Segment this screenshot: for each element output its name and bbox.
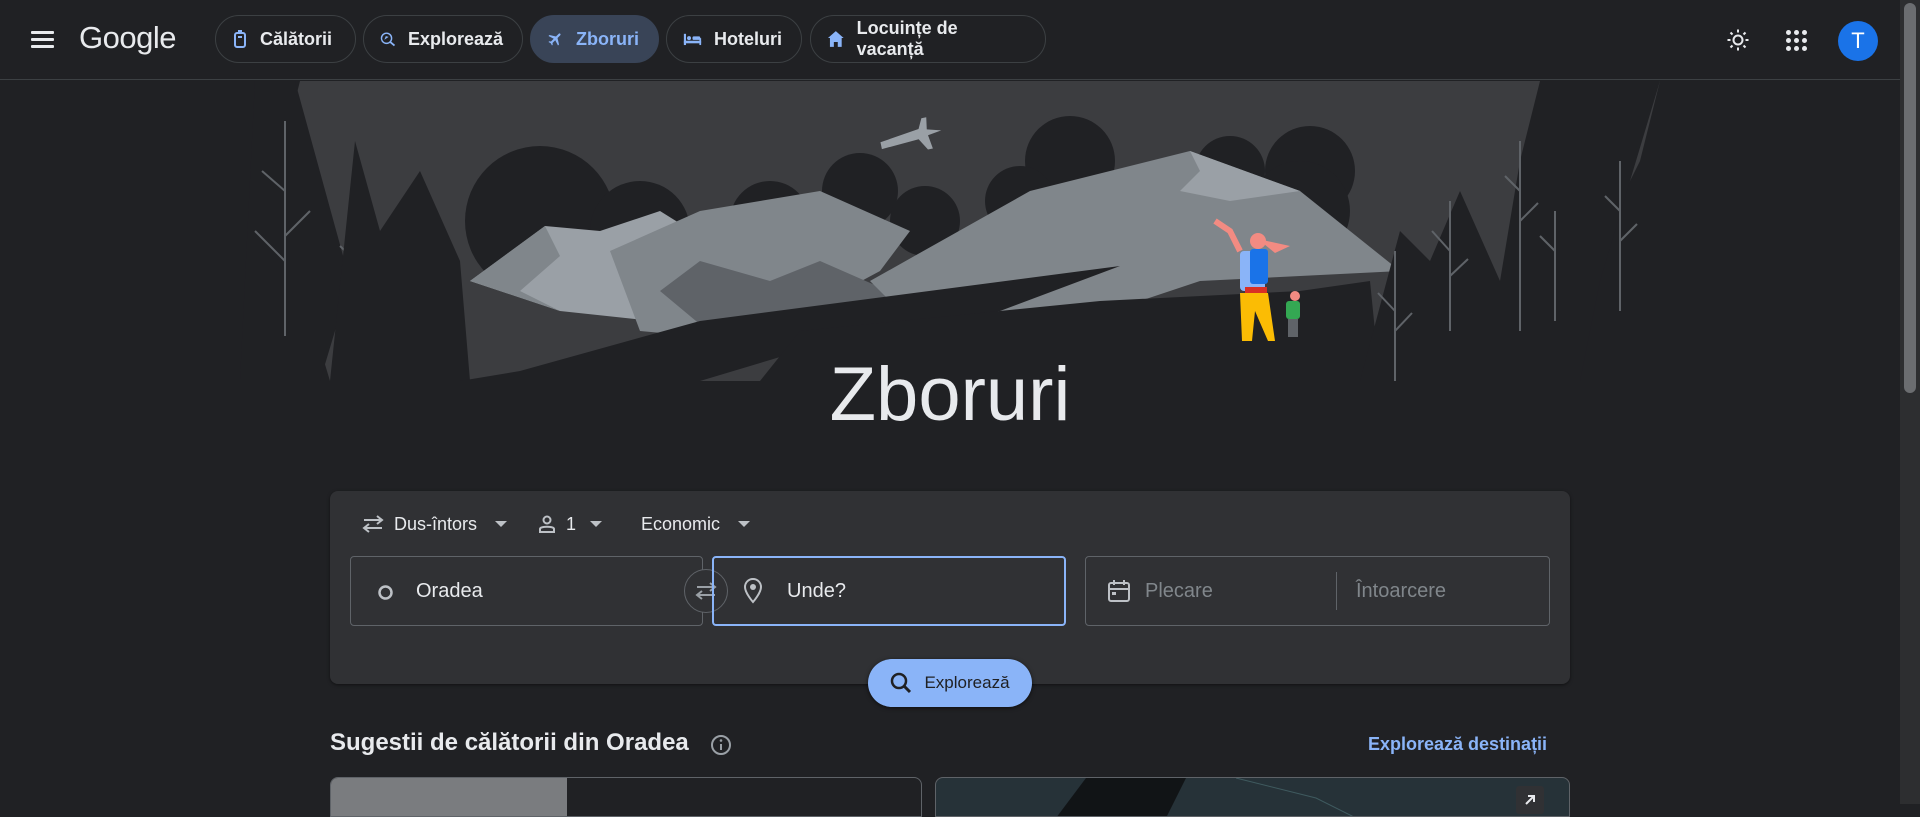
airplane-icon (548, 33, 561, 46)
origin-field[interactable]: Oradea (350, 556, 703, 626)
scrollbar-thumb[interactable] (1904, 3, 1916, 393)
trip-type-value: Dus-întors (394, 513, 478, 534)
cabin-class-value: Economic (641, 513, 721, 534)
calendar-icon (1108, 580, 1130, 602)
chevron-down-icon (590, 521, 603, 527)
top-bar: Google Călătorii Explorează Zboruri Hote… (0, 0, 1900, 80)
account-avatar[interactable]: T (1838, 21, 1878, 61)
return-date-placeholder[interactable]: Întoarcere (1356, 580, 1446, 603)
suggestions-heading: Sugestii de călătorii din Oradea (330, 729, 689, 756)
explore-button-label: Explorează (924, 673, 1010, 692)
bed-icon (683, 33, 702, 46)
person-icon (539, 515, 555, 533)
tab-vacation-rentals[interactable]: Locuințe de vacanță (810, 15, 1046, 63)
dates-field[interactable]: Plecare Întoarcere (1085, 556, 1550, 626)
expand-map-icon[interactable] (1516, 786, 1544, 814)
tab-travel[interactable]: Călătorii (215, 15, 356, 63)
house-icon (827, 31, 844, 47)
tab-flights-label: Zboruri (576, 28, 639, 49)
destination-field[interactable]: Unde? (712, 556, 1066, 626)
swap-arrows-icon (362, 515, 384, 533)
page-title: Zboruri (829, 352, 1071, 437)
date-divider (1336, 572, 1337, 610)
flight-search-card: Dus-întors 1 Economic Oradea Unde? Pleca… (330, 491, 1570, 684)
brightness-icon[interactable] (1727, 29, 1749, 51)
passengers-value: 1 (566, 513, 577, 534)
info-icon[interactable] (710, 734, 732, 756)
main-menu-icon[interactable] (29, 26, 57, 54)
google-logo[interactable]: Google (79, 20, 176, 56)
passengers-select[interactable]: 1 (538, 511, 603, 537)
tab-vacation-rentals-label: Locuințe de vacanță (856, 18, 958, 59)
chevron-down-icon (495, 521, 508, 527)
suggestion-card-left[interactable] (330, 777, 922, 817)
explore-destinations-link[interactable]: Explorează destinații (1368, 734, 1547, 755)
location-pin-icon (744, 578, 762, 604)
departure-date-placeholder[interactable]: Plecare (1145, 580, 1213, 603)
map-preview (1057, 778, 1354, 816)
trip-type-select[interactable]: Dus-întors (362, 511, 508, 537)
apps-grid-icon[interactable] (1786, 30, 1807, 51)
destination-value: Unde? (787, 580, 846, 602)
tab-travel-label: Călătorii (260, 28, 333, 49)
tab-explore[interactable]: Explorează (363, 15, 523, 63)
suggestion-map-card[interactable] (935, 777, 1570, 817)
tab-explore-label: Explorează (407, 28, 503, 49)
origin-value: Oradea (416, 580, 483, 602)
tab-flights[interactable]: Zboruri (530, 15, 659, 63)
chevron-down-icon (738, 521, 751, 527)
suggestion-image (331, 778, 567, 816)
tab-hotels-label: Hoteluri (713, 28, 782, 49)
cabin-class-select[interactable]: Economic (641, 511, 751, 537)
hero-illustration (240, 81, 1660, 381)
luggage-icon (234, 30, 246, 48)
circle-origin-icon (378, 585, 393, 600)
search-icon (891, 672, 912, 694)
explore-search-icon (380, 32, 396, 47)
page-scrollbar[interactable] (1900, 0, 1920, 804)
tab-hotels[interactable]: Hoteluri (666, 15, 802, 63)
explore-button[interactable]: Explorează (868, 659, 1032, 707)
